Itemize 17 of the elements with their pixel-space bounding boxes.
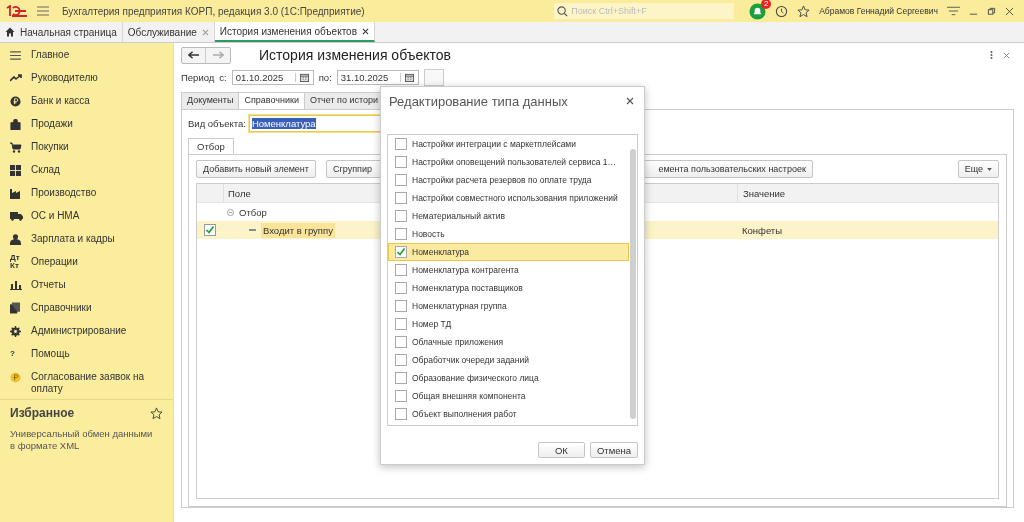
- tab-label: Начальная страница: [20, 26, 117, 38]
- object-kind-label: Вид объекта:: [188, 118, 246, 129]
- tab-label: Обслуживание: [127, 26, 197, 38]
- icon-text: Дт Кт: [10, 254, 21, 270]
- table-cell: Конфеты: [742, 224, 783, 236]
- app-title: Бухгалтерия предприятия КОРП, редакция 3.0 (1С:Предприятие): [62, 5, 365, 17]
- period-label: Период: [181, 71, 215, 83]
- form-title: История изменения объектов: [259, 47, 451, 63]
- favorites-title: Избранное: [10, 406, 75, 420]
- tab-label: История изменения объектов: [219, 25, 357, 37]
- to-label: по:: [318, 71, 332, 83]
- column-header: Значение: [737, 184, 998, 202]
- icon-text: ?: [10, 350, 16, 358]
- notification-count: 2: [761, 0, 772, 9]
- from-label: с:: [219, 71, 227, 83]
- table-cell: Входит в группу: [261, 222, 335, 238]
- table-cell: Отбор: [239, 206, 267, 218]
